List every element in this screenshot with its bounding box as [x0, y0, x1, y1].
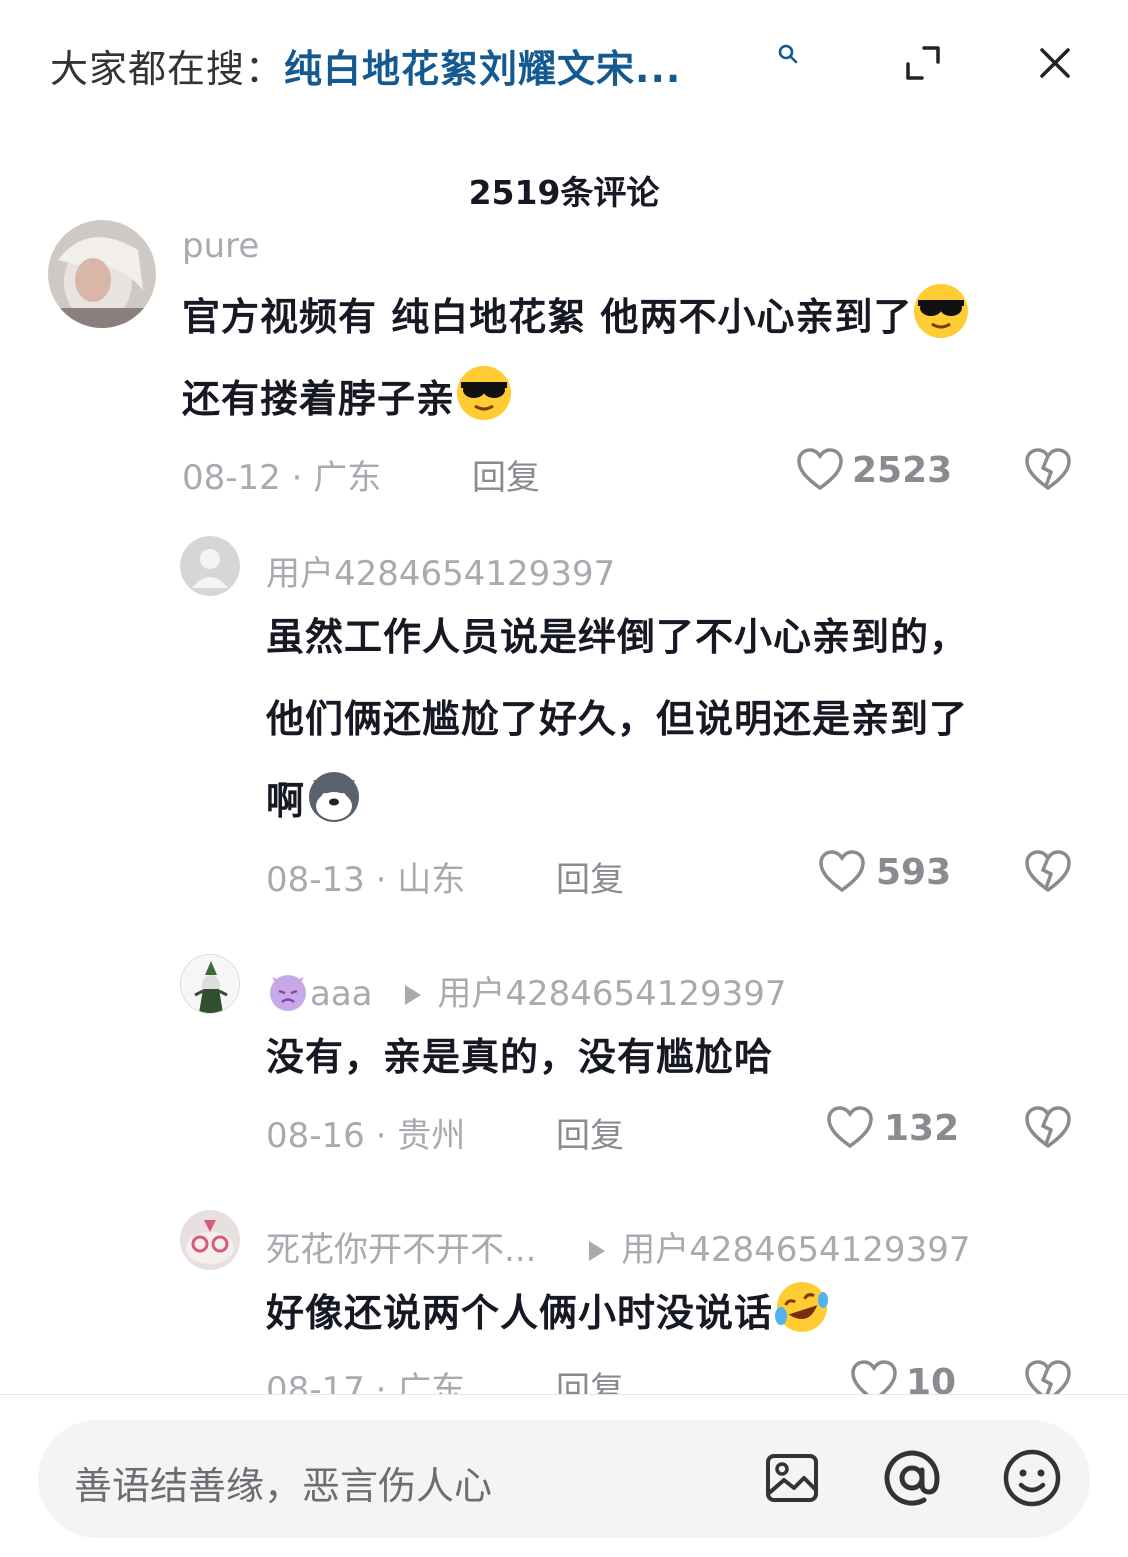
heart-icon[interactable]	[818, 850, 866, 894]
like-count: 2523	[852, 450, 953, 491]
like-count: 593	[876, 852, 952, 893]
comment-text-line: 官方视频有 纯白地花絮 他两不小心亲到了	[182, 295, 913, 339]
expand-icon[interactable]	[900, 40, 946, 86]
reply-text-line: 他们俩还尴尬了好久，但说明还是亲到了	[266, 697, 969, 741]
comment-text-line: 还有搂着脖子亲	[182, 377, 456, 421]
laughing-tears-emoji	[775, 1282, 829, 1332]
reply-meta: 08-13 · 山东	[266, 860, 466, 900]
emoji-icon[interactable]	[1002, 1448, 1062, 1508]
trending-keyword[interactable]: 纯白地花絮刘耀文宋...	[284, 47, 681, 91]
heart-icon[interactable]	[826, 1106, 874, 1150]
reply-text-line: 好像还说两个人俩小时没说话	[266, 1291, 774, 1335]
avatar[interactable]	[180, 536, 240, 596]
reply-location: 山东	[397, 860, 466, 900]
reply-button[interactable]: 回复	[472, 450, 540, 499]
reply-text-line: 虽然工作人员说是绊倒了不小心亲到的，	[266, 615, 969, 659]
reply-username-row: aaa 用户4284654129397	[266, 966, 787, 1015]
comment-input-placeholder[interactable]: 善语结善缘，恶言伤人心	[74, 1455, 492, 1510]
trending-prefix: 大家都在搜：	[50, 47, 285, 91]
close-icon[interactable]	[1032, 40, 1078, 86]
image-icon[interactable]	[764, 1450, 820, 1506]
comment-meta: 08-12 · 广东	[182, 458, 382, 498]
reply-text: 虽然工作人员说是绊倒了不小心亲到的， 他们俩还尴尬了好久，但说明还是亲到了 啊	[266, 596, 1106, 842]
husky-dog-emoji	[309, 772, 360, 822]
reply-text-line: 没有，亲是真的，没有尴尬哈	[266, 1035, 774, 1079]
reply-button[interactable]: 回复	[556, 1108, 624, 1157]
comment-location: 广东	[313, 458, 382, 498]
dislike-icon[interactable]	[1024, 448, 1072, 492]
reply-username[interactable]: 死花你开不开不...	[266, 1230, 536, 1270]
reply-text: 没有，亲是真的，没有尴尬哈	[266, 1016, 1106, 1098]
reply-to-username[interactable]: 用户4284654129397	[437, 974, 786, 1014]
trending-search-bar[interactable]: 大家都在搜：纯白地花絮刘耀文宋...	[50, 38, 681, 93]
comment-username[interactable]: pure	[182, 226, 259, 266]
dislike-icon[interactable]	[1024, 1106, 1072, 1150]
like-count: 132	[884, 1108, 960, 1149]
reply-location: 贵州	[397, 1116, 466, 1156]
comment-date: 08-12	[182, 458, 281, 498]
heart-icon[interactable]	[796, 448, 844, 492]
comment-count: 2519条评论	[468, 173, 660, 212]
reply-text: 好像还说两个人俩小时没说话	[266, 1272, 1106, 1354]
reply-to-username[interactable]: 用户4284654129397	[621, 1230, 970, 1270]
reply-date: 08-13	[266, 860, 365, 900]
avatar[interactable]	[48, 220, 156, 328]
reply-username-row: 死花你开不开不... 用户4284654129397	[266, 1222, 970, 1271]
play-arrow-icon	[589, 1241, 606, 1261]
avatar[interactable]	[180, 954, 240, 1014]
reply-date: 08-16	[266, 1116, 365, 1156]
reply-username[interactable]: 用户4284654129397	[266, 546, 615, 595]
cool-sunglasses-emoji	[914, 284, 969, 338]
cool-sunglasses-emoji	[457, 366, 512, 420]
play-arrow-icon	[405, 985, 422, 1005]
reply-username[interactable]: aaa	[310, 974, 373, 1014]
reply-meta: 08-16 · 贵州	[266, 1116, 466, 1156]
search-icon[interactable]	[776, 42, 800, 66]
devil-icon	[270, 975, 306, 1011]
avatar[interactable]	[180, 1210, 240, 1270]
dislike-icon[interactable]	[1024, 850, 1072, 894]
reply-text-line: 啊	[266, 779, 306, 823]
at-icon[interactable]	[882, 1448, 942, 1508]
comment-text: 官方视频有 纯白地花絮 他两不小心亲到了 还有搂着脖子亲	[182, 276, 1102, 440]
reply-button[interactable]: 回复	[556, 852, 624, 901]
